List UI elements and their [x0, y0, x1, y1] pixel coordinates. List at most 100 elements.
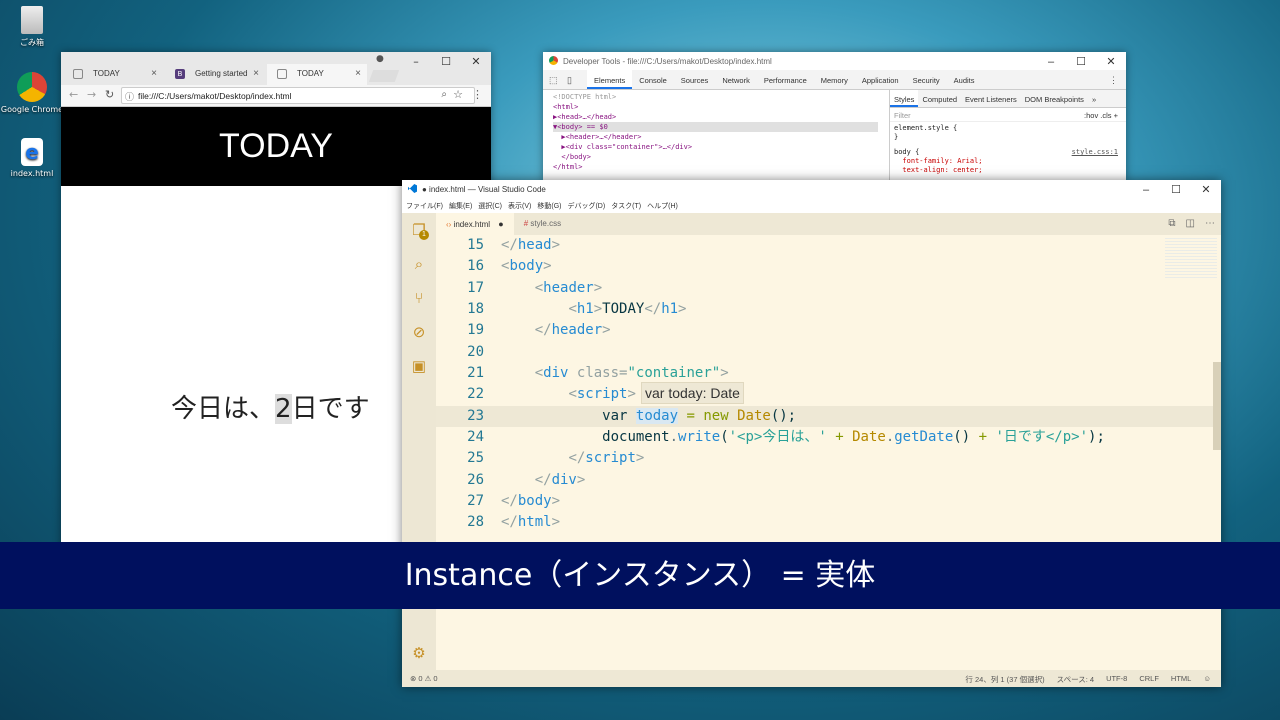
menu-selection[interactable]: 選択(C): [478, 201, 502, 213]
tab-network[interactable]: Network: [715, 70, 757, 89]
more-actions-icon[interactable]: ⋯: [1205, 218, 1215, 229]
bookmark-star-icon[interactable]: ☆: [453, 88, 463, 101]
search-icon[interactable]: ⌕: [402, 247, 436, 281]
minimap[interactable]: [1165, 238, 1217, 278]
zoom-icon[interactable]: ⌕: [441, 89, 447, 100]
tab-style-css[interactable]: # style.css: [514, 213, 571, 235]
minimize-icon[interactable]: –: [1131, 182, 1161, 198]
tab-application[interactable]: Application: [855, 70, 906, 89]
html-file-icon: ‹›: [446, 220, 452, 229]
line-number: 17: [467, 279, 484, 296]
tab-memory[interactable]: Memory: [814, 70, 855, 89]
dom-node[interactable]: </body>: [553, 152, 878, 162]
omnibox-bar: ← → ↻ file:///C:/Users/makot/Desktop/ind…: [61, 85, 491, 107]
styles-filter[interactable]: Filter :hov .cls +: [890, 108, 1126, 122]
tab-computed[interactable]: Computed: [918, 90, 961, 107]
desktop-icon-index-html[interactable]: e index.html: [0, 138, 64, 178]
maximize-icon[interactable]: ☐: [1066, 54, 1096, 70]
rule-source-link[interactable]: style.css:1: [1072, 148, 1118, 157]
dom-node[interactable]: <!DOCTYPE html>: [553, 92, 878, 102]
code-text: </script>: [568, 450, 645, 467]
settings-gear-icon[interactable]: ⚙: [402, 636, 436, 670]
maximize-icon[interactable]: ☐: [1161, 182, 1191, 198]
minimize-icon[interactable]: –: [401, 54, 431, 70]
desktop-icon-chrome[interactable]: Google Chrome: [0, 72, 64, 114]
back-icon[interactable]: ←: [69, 88, 78, 101]
tab-console[interactable]: Console: [632, 70, 674, 89]
desktop-icon-recycle-bin[interactable]: ごみ箱: [0, 6, 64, 48]
tab-performance[interactable]: Performance: [757, 70, 814, 89]
close-icon[interactable]: ×: [151, 68, 157, 79]
code-line: 24 document.write('<p>今日は、' + Date.getDa…: [436, 427, 1221, 448]
source-control-icon[interactable]: ⑂: [402, 281, 436, 315]
chrome-tab[interactable]: TODAY ×: [63, 64, 163, 85]
chrome-tab-active[interactable]: TODAY ×: [267, 64, 367, 85]
close-icon[interactable]: ×: [253, 68, 259, 79]
close-icon[interactable]: ✕: [461, 54, 491, 70]
open-changes-icon[interactable]: ⧉: [1168, 218, 1175, 229]
rule-line: font-family: Arial;: [894, 157, 983, 165]
chrome-tabbar: TODAY × B Getting started × TODAY × ● – …: [61, 52, 491, 85]
cursor-position[interactable]: 行 24、列 1 (37 個選択): [965, 674, 1044, 685]
extensions-icon[interactable]: ▣: [402, 349, 436, 383]
split-editor-icon[interactable]: ◫: [1186, 218, 1195, 229]
tab-index-html[interactable]: ‹› index.html ●: [436, 213, 514, 235]
dom-node-selected[interactable]: ▼<body> == $0: [553, 122, 878, 132]
dom-node[interactable]: </html>: [553, 162, 878, 172]
menu-icon[interactable]: ⋮: [472, 88, 483, 101]
code-line: 22 <script>: [436, 384, 1221, 405]
close-icon[interactable]: ×: [355, 68, 361, 79]
more-icon[interactable]: ⋮: [1109, 75, 1118, 86]
new-tab-button[interactable]: [368, 70, 400, 82]
more-tabs-icon[interactable]: »: [1088, 90, 1100, 107]
menu-go[interactable]: 移動(G): [537, 201, 561, 213]
tab-label: TODAY: [297, 69, 324, 78]
encoding[interactable]: UTF-8: [1106, 674, 1127, 685]
tab-elements[interactable]: Elements: [587, 70, 633, 89]
line-number: 20: [467, 343, 484, 360]
forward-icon[interactable]: →: [87, 88, 96, 101]
window-controls: – ☐ ✕: [1131, 182, 1221, 198]
dom-node[interactable]: ▶<div class="container">…</div>: [553, 142, 878, 152]
tab-audits[interactable]: Audits: [947, 70, 982, 89]
close-icon[interactable]: ✕: [1096, 54, 1126, 70]
maximize-icon[interactable]: ☐: [431, 54, 461, 70]
tab-event-listeners[interactable]: Event Listeners: [961, 90, 1021, 107]
tab-sources[interactable]: Sources: [674, 70, 716, 89]
editor-scrollbar[interactable]: [1213, 362, 1221, 450]
menu-help[interactable]: ヘルプ(H): [647, 201, 678, 213]
css-file-icon: #: [523, 219, 529, 228]
chrome-tab[interactable]: B Getting started ×: [165, 64, 265, 85]
inspect-icon[interactable]: ⬚: [549, 75, 558, 86]
explorer-icon[interactable]: ❐ 1: [402, 213, 436, 247]
address-bar[interactable]: file:///C:/Users/makot/Desktop/index.htm…: [121, 87, 475, 104]
window-controls: – ☐ ✕: [401, 54, 491, 70]
reload-icon[interactable]: ↻: [105, 88, 114, 101]
dom-node[interactable]: ▶<header>…</header>: [553, 132, 878, 142]
menu-debug[interactable]: デバッグ(D): [567, 201, 605, 213]
tab-security[interactable]: Security: [906, 70, 947, 89]
line-ending[interactable]: CRLF: [1139, 674, 1159, 685]
tab-dom-breakpoints[interactable]: DOM Breakpoints: [1021, 90, 1088, 107]
tab-styles[interactable]: Styles: [890, 90, 919, 107]
language-mode[interactable]: HTML: [1171, 674, 1191, 685]
dom-node[interactable]: ▶<head>…</head>: [553, 112, 878, 122]
feedback-smiley-icon[interactable]: ☺: [1203, 674, 1211, 685]
vscode-titlebar: ● index.html — Visual Studio Code: [402, 180, 1221, 198]
unsaved-dot-icon[interactable]: ●: [498, 219, 503, 229]
profile-icon[interactable]: ●: [376, 54, 384, 64]
close-icon[interactable]: ✕: [1191, 182, 1221, 198]
minimize-icon[interactable]: –: [1036, 54, 1066, 70]
editor-actions: ⧉ ◫ ⋯: [1168, 218, 1215, 229]
menu-view[interactable]: 表示(V): [508, 201, 531, 213]
dom-node[interactable]: <html>: [553, 102, 878, 112]
debug-icon[interactable]: ⊘: [402, 315, 436, 349]
indentation[interactable]: スペース: 4: [1057, 674, 1094, 685]
code-text: <body>: [501, 258, 552, 275]
problems-indicator[interactable]: ⊗ 0 ⚠ 0: [410, 674, 438, 683]
menu-file[interactable]: ファイル(F): [406, 201, 443, 213]
device-toolbar-icon[interactable]: ▯: [567, 75, 572, 86]
filter-tools[interactable]: :hov .cls +: [1084, 111, 1118, 120]
menu-tasks[interactable]: タスク(T): [611, 201, 641, 213]
menu-edit[interactable]: 編集(E): [449, 201, 472, 213]
